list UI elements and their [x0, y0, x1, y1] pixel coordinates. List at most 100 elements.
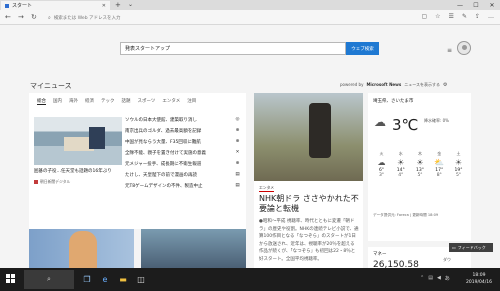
back-icon[interactable]: ←: [5, 13, 11, 21]
page-settings-icon[interactable]: ≡: [447, 47, 452, 54]
headline-text: 元T8ゲームデザインの不件、製造中止: [125, 183, 203, 189]
cloud-icon: ☁: [374, 115, 386, 129]
weather-temperature: 3℃: [392, 116, 419, 134]
news-category-tab[interactable]: 経済: [85, 98, 94, 105]
news-category-tab[interactable]: スポーツ: [138, 98, 156, 105]
weather-card[interactable]: 埼玉県、さいたま市 ☁ 3℃ 降水確率: 0% 火 ☁ 6° 3° 水 ☀ 14° 4° 木 ☀ 1…: [368, 93, 471, 241]
clock-time: 18:09: [472, 273, 486, 278]
tab-close-icon[interactable]: ✕: [102, 3, 106, 9]
headline-item[interactable]: 南京出兵のゴルダ、過去最高額を記録 ⊕: [125, 125, 240, 136]
share-icon[interactable]: ⇪: [475, 13, 480, 20]
main-news-photo[interactable]: [34, 117, 122, 165]
main-news-caption[interactable]: 囲碁の子役…任天堂も話題の16年ぶり: [34, 168, 122, 174]
headline-item[interactable]: 中国が見ならう大量、F35回収に難航 ⊕: [125, 136, 240, 147]
news-settings-link[interactable]: ニュースを表示する: [404, 82, 440, 88]
feedback-label: フィードバック: [457, 244, 486, 250]
news-card: 総合 国内 海外 経済 テック 話題 スポーツ エンタメ 注目 囲碁の子役…任天堂も話題の16年…: [29, 93, 246, 229]
publisher-logo-icon: ✕: [235, 150, 240, 155]
money-index-value: 26,150.58: [373, 260, 419, 268]
source-logo-icon: [34, 180, 38, 184]
news-category-tab[interactable]: 話題: [122, 98, 131, 105]
favorite-star-icon[interactable]: ☆: [435, 13, 440, 20]
tab-list-chevron-icon[interactable]: ⌄: [128, 1, 133, 8]
taskbar-clock[interactable]: 18:09 2019/04/16: [466, 272, 492, 286]
address-bar[interactable]: ⌕ 検索または Web アドレスを入力: [48, 13, 408, 22]
browser-titlebar: スタート ✕ + ⌄ — ☐ ✕: [0, 0, 500, 10]
headline-text: 南京出兵のゴルダ、過去最高額を記録: [125, 128, 202, 134]
weather-source: データ提供元: Foreca | 更新時間 18:09: [373, 213, 439, 217]
web-search-button[interactable]: ウェブ検索: [346, 42, 379, 55]
forecast-weather-icon: ⛅: [434, 158, 445, 167]
forecast-day-name: 水: [398, 151, 403, 156]
featured-title[interactable]: NHK朝ドラ ささやかれた不要論と転機: [259, 194, 359, 214]
money-index-name: ダウ: [443, 257, 451, 262]
news-category-tab[interactable]: 注目: [187, 98, 196, 105]
volume-icon[interactable]: ◀: [437, 275, 441, 282]
maximize-icon[interactable]: ☐: [468, 0, 484, 10]
headline-item[interactable]: 元メジャー投手、成長期に不衛生報道 ⊕: [125, 158, 240, 169]
edge-browser-icon[interactable]: e: [98, 272, 112, 286]
news-category-tab[interactable]: 国内: [53, 98, 62, 105]
headline-item[interactable]: 全隊不能、親子を置き付けて実施の意義 ✕: [125, 147, 240, 158]
forecast-day-name: 木: [418, 151, 422, 156]
forecast-day: 土 ☀ 19° 5°: [449, 151, 468, 178]
forecast-day: 水 ☀ 14° 4°: [391, 151, 410, 178]
new-tab-button[interactable]: +: [115, 1, 121, 9]
tray-chevron-icon[interactable]: ⌃: [420, 275, 424, 282]
money-title: マネー: [373, 252, 387, 257]
search-icon: ⌕: [48, 14, 51, 21]
forecast-low: 3°: [378, 173, 385, 178]
news-tile-photo[interactable]: [141, 229, 246, 268]
powered-by: powered by Microsoft News ニュースを表示する ⚙: [340, 82, 448, 88]
headline-list: ソウルの日本大使館、建築取り消し ◎ 南京出兵のゴルダ、過去最高額を記録 ⊕ 中国が見な…: [125, 114, 240, 191]
store-icon[interactable]: ◫: [134, 272, 148, 286]
news-tile-photo[interactable]: [29, 229, 134, 268]
ime-icon[interactable]: あ: [445, 275, 450, 282]
forward-icon[interactable]: →: [18, 13, 24, 21]
minimize-icon[interactable]: —: [452, 0, 468, 10]
forecast-low: 5°: [417, 173, 423, 178]
toolbar-icons: ▢ ☆ ☰ ✎ ⇪ …: [421, 13, 494, 20]
web-search-input[interactable]: 発表スタートアップ: [120, 42, 346, 55]
refresh-icon[interactable]: ↻: [31, 13, 37, 21]
news-category-tab[interactable]: 総合: [37, 98, 46, 105]
publisher-logo-icon: ⊕: [235, 161, 240, 166]
headline-item[interactable]: ソウルの日本大使館、建築取り消し ◎: [125, 114, 240, 125]
headline-item[interactable]: 元T8ゲームデザインの不件、製造中止 ▤: [125, 180, 240, 191]
taskbar-search-button[interactable]: ⌕: [24, 270, 74, 289]
news-category-tabs: 総合 国内 海外 経済 テック 話題 スポーツ エンタメ 注目: [37, 98, 196, 105]
headline-text: 全隊不能、親子を置き付けて実施の意義: [125, 150, 206, 156]
weather-location: 埼玉県、さいたま市: [373, 99, 414, 104]
favorites-hub-icon[interactable]: ☰: [449, 13, 454, 20]
main-news-source-name: 朝日新聞デジタル: [40, 179, 71, 184]
window-controls: — ☐ ✕: [452, 0, 500, 10]
news-category-tab[interactable]: テック: [101, 98, 115, 105]
headline-item[interactable]: たけし、天皇陛下の前で漫画の再読 ▤: [125, 169, 240, 180]
gear-icon[interactable]: ⚙: [443, 82, 447, 88]
reading-view-icon[interactable]: ▢: [421, 13, 427, 20]
windows-start-icon[interactable]: [6, 274, 16, 284]
notes-pen-icon[interactable]: ✎: [462, 13, 467, 20]
headline-text: 中国が見ならう大量、F35回収に難航: [125, 139, 201, 145]
forecast-weather-icon: ☀: [454, 158, 463, 167]
news-category-tab[interactable]: 海外: [69, 98, 78, 105]
close-window-icon[interactable]: ✕: [484, 0, 500, 10]
browser-tab[interactable]: スタート ✕: [1, 1, 110, 10]
network-icon[interactable]: ▤: [428, 275, 433, 282]
featured-story-card[interactable]: エンタメ NHK朝ドラ ささやかれた不要論と転機 ●昭和〜平成 視聴率、時代とと…: [254, 93, 363, 268]
more-icon[interactable]: …: [488, 13, 494, 20]
forecast-day-name: 金: [437, 151, 442, 156]
task-view-icon[interactable]: ❐: [80, 272, 94, 286]
forecast-day-name: 土: [456, 151, 461, 156]
address-toolbar: ← → ↻ ⌕ 検索または Web アドレスを入力 ▢ ☆ ☰ ✎ ⇪ …: [0, 10, 500, 25]
taskbar: ⌕ ❐ e ▬ ◫ ⌃ ▤ ◀ あ 18:09 2019/04/16: [0, 268, 500, 291]
file-explorer-icon[interactable]: ▬: [116, 272, 130, 286]
weather-forecast: 火 ☁ 6° 3° 水 ☀ 14° 4° 木 ☀ 13° 5° 金 ⛅ 17° 8° 土 ☀ 19° 5°: [372, 151, 468, 178]
featured-photo[interactable]: [254, 93, 363, 181]
powered-by-brand: Microsoft News: [366, 82, 402, 87]
featured-category: エンタメ: [259, 185, 275, 192]
feedback-button[interactable]: ▭ フィードバック: [449, 243, 493, 252]
avatar[interactable]: [457, 41, 471, 55]
news-category-tab[interactable]: エンタメ: [162, 98, 180, 105]
forecast-low: 5°: [455, 173, 462, 178]
